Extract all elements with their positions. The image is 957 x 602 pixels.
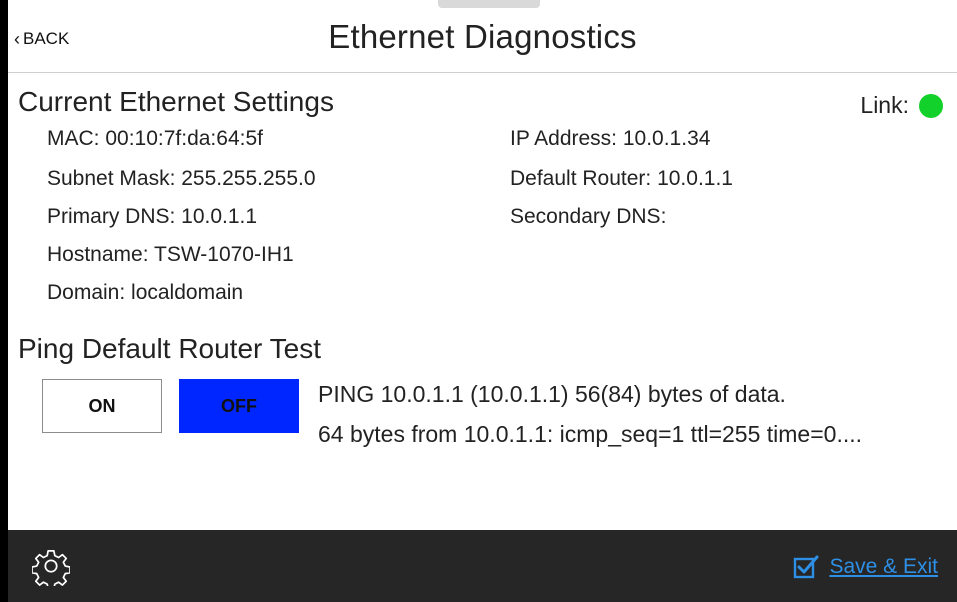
- ping-test-title: Ping Default Router Test: [18, 333, 321, 364]
- hostname: Hostname: TSW-1070-IH1: [47, 243, 294, 266]
- subnet-mask: Subnet Mask: 255.255.255.0: [47, 167, 316, 190]
- link-label: Link:: [860, 92, 909, 118]
- current-settings-title: Current Ethernet Settings: [18, 86, 334, 117]
- mac-address: MAC: 00:10:7f:da:64:5f: [47, 127, 263, 150]
- domain: Domain: localdomain: [47, 281, 244, 304]
- footer-bar: Save & Exit: [8, 530, 957, 602]
- gear-icon[interactable]: [32, 548, 70, 586]
- page-title: Ethernet Diagnostics: [328, 18, 637, 55]
- ping-off-button[interactable]: OFF: [179, 379, 299, 433]
- ping-output-line: 64 bytes from 10.0.1.1: icmp_seq=1 ttl=2…: [318, 421, 863, 447]
- checkbox-checked-icon: [794, 555, 819, 579]
- ping-on-button[interactable]: ON: [42, 379, 162, 433]
- header-bar: ‹ BACK Ethernet Diagnostics: [8, 0, 957, 73]
- secondary-dns: Secondary DNS:: [510, 205, 667, 228]
- link-status: Link:: [860, 92, 943, 119]
- save-exit-label: Save & Exit: [829, 555, 938, 578]
- link-status-indicator: [919, 93, 943, 118]
- ping-output-line: PING 10.0.1.1 (10.0.1.1) 56(84) bytes of…: [318, 381, 786, 407]
- default-router: Default Router: 10.0.1.1: [510, 167, 733, 190]
- primary-dns: Primary DNS: 10.0.1.1: [47, 205, 258, 228]
- ethernet-diagnostics-screen: ‹ BACK Ethernet Diagnostics Current Ethe…: [8, 0, 957, 602]
- ip-address: IP Address: 10.0.1.34: [510, 127, 711, 150]
- save-exit-button[interactable]: Save & Exit: [793, 554, 938, 580]
